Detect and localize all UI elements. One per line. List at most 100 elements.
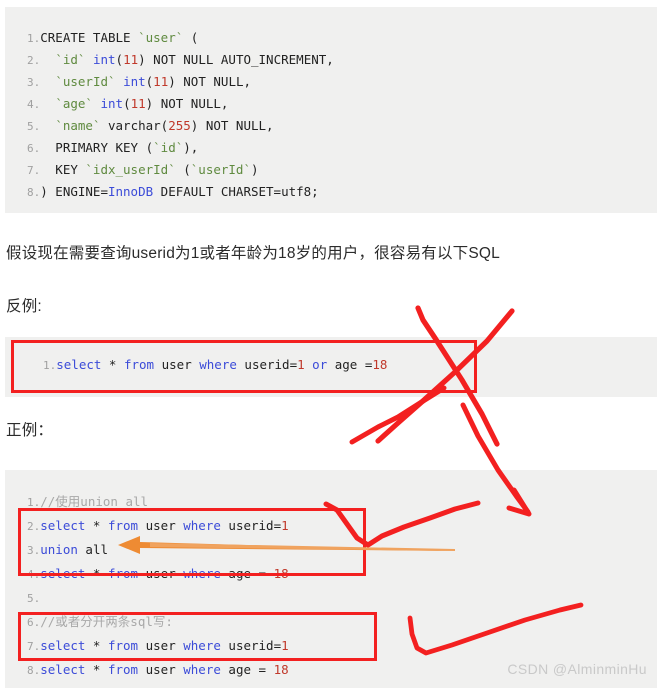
code-block-good-example[interactable]: 1.//使用union all 2.select * from user wher… [5,470,657,688]
code-line-number: 2. [27,54,41,67]
code-token: * [85,638,108,653]
code-token: 18 [273,566,289,581]
code-token: int [92,52,116,67]
code-line: 3.union all [5,538,657,562]
paragraph-intro: 假设现在需要查询userid为1或者年龄为18岁的用户，很容易有以下SQL [6,245,500,262]
code-line-number: 6. [27,616,41,629]
code-token: `idx_userId` [85,162,176,177]
code-line-number: 4. [27,568,41,581]
code-token: from [123,357,155,372]
code-token: * [85,518,108,533]
code-token: `userId` [190,162,251,177]
code-token: user [154,357,200,372]
code-token: ( [115,52,124,67]
code-block-bad-example[interactable]: 1.select * from user where userid=1 or a… [5,337,657,397]
code-token: user [138,518,184,533]
code-token: select [40,566,86,581]
code-line-number: 6. [27,142,41,155]
code-token: * [85,662,108,677]
code-token: from [107,662,139,677]
code-token: `id` [55,52,86,67]
code-token: all [77,542,108,557]
code-token: 18 [372,357,388,372]
code-line-number: 1. [43,359,57,372]
code-line: 6.//或者分开两条sql写: [5,610,657,634]
code-token: 1 [297,357,305,372]
code-line: 2.select * from user where userid=1 [5,514,657,538]
code-token: ) [251,162,259,177]
code-token: 255 [168,118,191,133]
label-bad-example: 反例: [6,298,42,315]
code-token: or [312,357,328,372]
code-line-number: 1. [27,496,41,509]
code-line-number: 8. [27,664,41,677]
code-token: InnoDB [107,184,154,199]
code-token: ( [123,96,131,111]
code-line: 4.select * from user where age = 18 [5,562,657,586]
code-block-create-table[interactable]: 1.CREATE TABLE `user` (2. `id` int(11) N… [5,7,657,213]
code-token: from [107,638,139,653]
code-line: 3. `userId` int(11) NOT NULL, [5,71,657,93]
code-token: //或者分开两条sql写: [40,614,173,629]
code-token: int [100,96,124,111]
code-token: ) NOT NULL, [168,74,252,89]
article-page: 1.CREATE TABLE `user` (2. `id` int(11) N… [0,0,657,688]
code-token: where [183,638,221,653]
code-token: ) NOT NULL, [145,96,229,111]
code-token: age = [220,566,274,581]
code-token: * [85,566,108,581]
code-token: userid= [220,518,282,533]
code-token: user [138,662,184,677]
code-token: age = [220,662,274,677]
code-line: 2. `id` int(11) NOT NULL AUTO_INCREMENT, [5,49,657,71]
code-line: 1.//使用union all [5,490,657,514]
code-token: userid= [236,357,298,372]
code-token: user [138,566,184,581]
code-line-number: 5. [27,592,41,605]
code-token: ( [175,162,191,177]
code-token: `name` [55,118,101,133]
code-token: ) NOT NULL AUTO_INCREMENT, [138,52,334,67]
code-token: userid= [220,638,282,653]
code-token: 1 [281,518,289,533]
code-line: 1.select * from user where userid=1 or a… [5,355,657,375]
code-line-number: 5. [27,120,41,133]
code-line-number: 7. [27,640,41,653]
code-token: `id` [153,140,184,155]
code-token: ( [183,30,199,45]
code-line: 1.CREATE TABLE `user` ( [5,27,657,49]
code-line-number: 4. [27,98,41,111]
code-token: `age` [55,96,93,111]
code-token: select [40,518,86,533]
code-token: ) NOT NULL, [190,118,274,133]
code-token: 1 [281,638,289,653]
code-token: `user` [138,30,184,45]
code-line: 6. PRIMARY KEY (`id`), [5,137,657,159]
code-line: 8.) ENGINE=InnoDB DEFAULT CHARSET=utf8; [5,181,657,203]
code-line-number: 3. [27,544,41,557]
code-token: from [107,518,139,533]
watermark-text: CSDN @AlminminHu [507,661,647,677]
code-line-number: 8. [27,186,41,199]
code-token: 11 [153,74,169,89]
code-token: 11 [123,52,139,67]
code-token: user [138,638,184,653]
code-token: int [123,74,146,89]
code-token: where [183,518,221,533]
code-token: KEY [40,162,86,177]
code-token: ) ENGINE= [40,184,108,199]
code-token: DEFAULT CHARSET=utf8; [153,184,319,199]
code-token: where [183,566,221,581]
code-line: 5. `name` varchar(255) NOT NULL, [5,115,657,137]
code-token: CREATE TABLE [40,30,139,45]
code-token: varchar( [100,118,169,133]
code-line-number: 7. [27,164,41,177]
code-line: 4. `age` int(11) NOT NULL, [5,93,657,115]
code-token: select [40,638,86,653]
label-good-example: 正例： [6,422,54,439]
